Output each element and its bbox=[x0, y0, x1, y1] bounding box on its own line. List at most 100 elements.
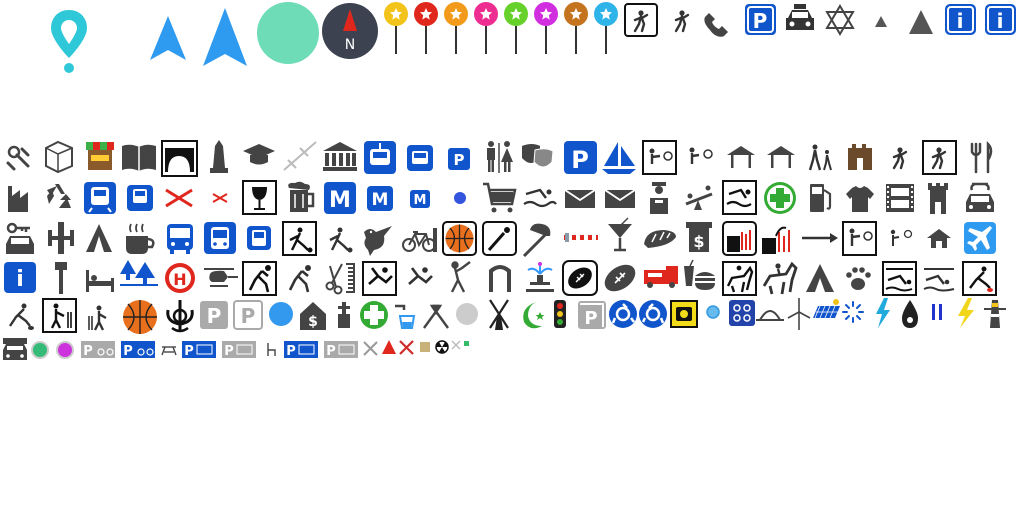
soccer-sign-icon bbox=[922, 140, 957, 175]
car-repair-icon bbox=[966, 182, 994, 212]
cross-grey-icon bbox=[363, 341, 378, 356]
graduation-cap-icon bbox=[243, 144, 275, 165]
cocktail-icon bbox=[608, 217, 632, 252]
wooded-icon bbox=[120, 260, 158, 286]
crescent-icon bbox=[523, 302, 545, 329]
curling-sign-icon bbox=[962, 261, 997, 296]
helipad-sign-icon: H bbox=[165, 263, 195, 293]
star-pin-red-icon bbox=[414, 2, 438, 54]
cross-red-icon bbox=[399, 340, 414, 355]
cross-small-icon bbox=[451, 340, 461, 350]
baseball-icon bbox=[522, 223, 551, 258]
crossing-x-icon bbox=[165, 188, 193, 208]
windmill-icon bbox=[489, 299, 509, 330]
icon-sprite-sheet: N P i i P P M M M $ i H P P $ P P P P P … bbox=[3, 2, 1016, 360]
arrow-right-icon bbox=[802, 233, 838, 243]
parking-grey-small-label: P bbox=[224, 344, 234, 359]
tower-icon bbox=[928, 183, 948, 214]
handball-icon bbox=[288, 265, 311, 293]
fountain-icon bbox=[526, 262, 554, 292]
first-aid-icon bbox=[764, 182, 796, 214]
shelter-icon bbox=[727, 146, 755, 168]
star-pin-brown-icon bbox=[564, 2, 588, 54]
tennis-player-icon bbox=[674, 9, 690, 33]
picnic-icon bbox=[161, 346, 177, 356]
diving-sign-icon bbox=[882, 261, 917, 296]
parking-grey-small-icon: P bbox=[222, 341, 256, 359]
market-stall-icon bbox=[86, 142, 114, 170]
star-pin-green-icon bbox=[504, 2, 528, 54]
telephone-icon bbox=[704, 13, 728, 37]
star-pin-lightblue-icon bbox=[594, 2, 618, 54]
tram-small-icon bbox=[407, 145, 433, 171]
gate-icon bbox=[489, 265, 511, 292]
archery-small-icon bbox=[890, 229, 913, 246]
helipad-label: H bbox=[173, 270, 186, 289]
gym-icon bbox=[48, 222, 74, 254]
parking-bike-icon: P bbox=[81, 341, 115, 359]
square-tan-icon bbox=[420, 342, 430, 352]
green-dot-icon bbox=[31, 341, 49, 359]
compass-north-label: N bbox=[345, 37, 355, 53]
bowls-icon bbox=[329, 227, 353, 253]
airport-icon bbox=[964, 222, 996, 254]
lightning-cyan-icon bbox=[876, 298, 890, 328]
dog-paw-icon bbox=[846, 267, 871, 290]
castle-ruin-icon bbox=[848, 144, 872, 170]
parking-small-label: P bbox=[454, 151, 465, 169]
location-pin-icon bbox=[51, 10, 87, 73]
bridge-arch-icon bbox=[161, 140, 198, 177]
police-officer-icon bbox=[650, 182, 668, 214]
campsite-icon bbox=[806, 264, 834, 292]
baseball-sign-icon bbox=[482, 221, 517, 256]
magenta-dot-icon bbox=[56, 341, 74, 359]
open-book-icon bbox=[122, 144, 156, 171]
triangle-red-icon bbox=[382, 340, 396, 354]
tennis-sign-icon bbox=[624, 3, 658, 37]
compass-north-icon: N bbox=[322, 3, 378, 59]
gymnastics-icon bbox=[408, 267, 433, 285]
swimming-icon bbox=[523, 188, 557, 208]
wine-glass-icon bbox=[242, 180, 277, 215]
lightning-yellow-icon bbox=[958, 298, 974, 328]
blue-circle-icon bbox=[269, 302, 293, 326]
mail-icon bbox=[564, 189, 596, 208]
train-small-icon bbox=[127, 185, 153, 211]
cutlery-icon bbox=[970, 140, 993, 174]
info-square-label: i bbox=[957, 9, 964, 33]
wind-turbine-icon bbox=[787, 298, 811, 330]
sewing-box-icon bbox=[729, 300, 755, 326]
star-pin-pink-icon bbox=[474, 2, 498, 54]
parking-square-label: P bbox=[753, 9, 768, 33]
bus-icon bbox=[167, 224, 193, 254]
metro-small-label: M bbox=[414, 193, 427, 208]
basketball-sign-icon bbox=[442, 221, 477, 256]
bakery-icon bbox=[644, 230, 676, 248]
parking-grey-2-label: P bbox=[326, 344, 336, 359]
car-train-icon bbox=[3, 338, 27, 360]
family-walk-icon bbox=[808, 144, 832, 171]
medical-plus-icon bbox=[360, 301, 388, 329]
camping-icon bbox=[86, 224, 112, 252]
waterfall-icon bbox=[762, 226, 790, 254]
tram-sign-icon bbox=[364, 141, 396, 174]
khanda-icon bbox=[166, 300, 194, 333]
shooting-range-icon bbox=[642, 140, 677, 175]
parking-corner-label: P bbox=[584, 308, 597, 329]
handball-sign-icon bbox=[242, 261, 277, 296]
archery-sign-icon bbox=[842, 221, 877, 256]
swimming-sign-icon bbox=[722, 180, 757, 215]
star-of-david-icon bbox=[825, 4, 855, 36]
bicycle-icon bbox=[402, 228, 437, 252]
curling-icon bbox=[9, 303, 34, 330]
parking-blue-label: P bbox=[184, 344, 194, 359]
chemist-icon bbox=[338, 302, 350, 328]
toilets-icon bbox=[487, 141, 513, 173]
star-pin-orange-icon bbox=[444, 2, 468, 54]
parking-blue-2-icon: P bbox=[284, 341, 318, 359]
metro-large-label: M bbox=[329, 188, 351, 213]
drinking-water-icon bbox=[395, 304, 416, 329]
parking-corner-icon: P bbox=[578, 301, 606, 329]
fuel-pump-icon bbox=[810, 184, 832, 212]
train-sign-icon bbox=[84, 182, 116, 214]
